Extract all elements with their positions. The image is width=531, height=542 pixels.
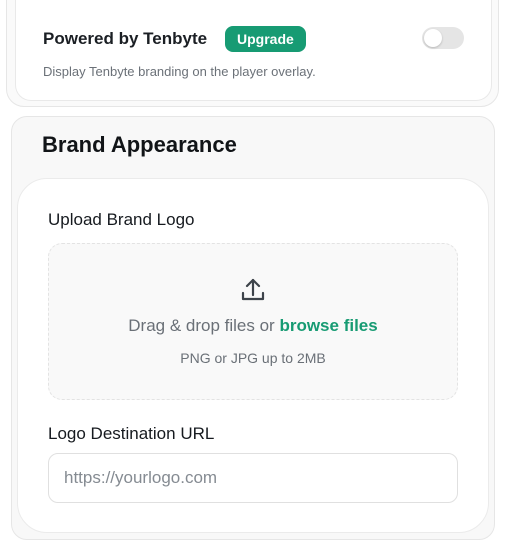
drag-drop-text: Drag & drop files or — [128, 316, 280, 335]
brand-appearance-title: Brand Appearance — [42, 132, 237, 157]
upload-logo-label: Upload Brand Logo — [48, 210, 195, 229]
toggle-knob — [424, 29, 442, 47]
powered-by-card-outer — [6, 0, 499, 107]
powered-by-description: Display Tenbyte branding on the player o… — [43, 64, 316, 79]
logo-url-label: Logo Destination URL — [48, 424, 215, 443]
powered-by-toggle[interactable] — [422, 27, 464, 49]
dropzone-text: Drag & drop files or browse files — [48, 316, 458, 336]
browse-files-link[interactable]: browse files — [279, 316, 377, 335]
upload-icon — [241, 278, 265, 301]
upgrade-badge[interactable]: Upgrade — [225, 26, 306, 52]
powered-by-title: Powered by Tenbyte — [43, 29, 208, 48]
logo-url-input[interactable] — [48, 453, 458, 503]
file-type-hint: PNG or JPG up to 2MB — [180, 350, 326, 366]
